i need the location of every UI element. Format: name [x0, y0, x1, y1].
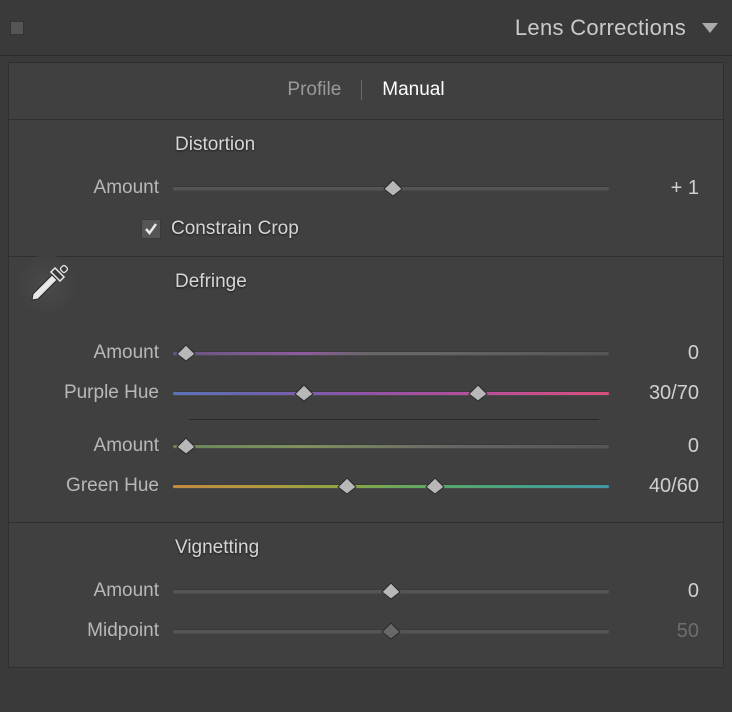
slider-thumb[interactable] [175, 344, 197, 362]
distortion-amount-label: Amount [33, 177, 173, 199]
green-hue-label: Green Hue [33, 475, 173, 497]
constrain-crop-checkbox[interactable] [141, 219, 161, 239]
slider-thumb[interactable] [382, 179, 404, 197]
slider-thumb-high[interactable] [467, 384, 489, 402]
purple-hue-slider[interactable] [173, 383, 609, 403]
divider [189, 419, 599, 420]
panel-title: Lens Corrections [24, 15, 702, 41]
defringe-amount2-value[interactable]: 0 [609, 435, 699, 458]
vignetting-amount-slider[interactable] [173, 581, 609, 601]
vignetting-amount-row: Amount 0 [33, 571, 699, 611]
tab-manual[interactable]: Manual [362, 79, 464, 101]
vignetting-title: Vignetting [175, 537, 699, 559]
vignetting-midpoint-slider[interactable] [173, 621, 609, 641]
constrain-crop-label: Constrain Crop [171, 218, 299, 240]
slider-thumb[interactable] [380, 622, 402, 640]
purple-hue-row: Purple Hue 30/70 [33, 373, 699, 413]
green-hue-slider[interactable] [173, 476, 609, 496]
panel-body: Profile Manual Distortion Amount + 1 Con… [8, 62, 724, 668]
distortion-title: Distortion [175, 134, 699, 156]
tabs: Profile Manual [9, 63, 723, 120]
defringe-amount1-row: Amount 0 [33, 333, 699, 373]
tab-profile[interactable]: Profile [267, 79, 361, 101]
slider-thumb[interactable] [380, 582, 402, 600]
constrain-crop-row: Constrain Crop [141, 218, 699, 240]
defringe-amount2-slider[interactable] [173, 436, 609, 456]
panel-toggle-icon[interactable] [10, 21, 24, 35]
defringe-section: Defringe Amount 0 Purple Hue [9, 257, 723, 523]
purple-hue-value[interactable]: 30/70 [609, 382, 699, 405]
distortion-amount-value[interactable]: + 1 [609, 177, 699, 200]
defringe-amount1-value[interactable]: 0 [609, 342, 699, 365]
defringe-title: Defringe [175, 271, 699, 293]
defringe-amount1-label: Amount [33, 342, 173, 364]
eyedropper-button[interactable] [17, 255, 77, 315]
vignetting-midpoint-value[interactable]: 50 [609, 620, 699, 643]
vignetting-section: Vignetting Amount 0 Midpoint 50 [9, 523, 723, 667]
vignetting-amount-label: Amount [33, 580, 173, 602]
green-hue-row: Green Hue 40/60 [33, 466, 699, 506]
distortion-amount-row: Amount + 1 [33, 168, 699, 208]
slider-thumb-low[interactable] [336, 477, 358, 495]
purple-hue-label: Purple Hue [33, 382, 173, 404]
defringe-amount2-row: Amount 0 [33, 426, 699, 466]
vignetting-midpoint-label: Midpoint [33, 620, 173, 642]
distortion-amount-slider[interactable] [173, 178, 609, 198]
slider-thumb[interactable] [175, 437, 197, 455]
distortion-section: Distortion Amount + 1 Constrain Crop [9, 120, 723, 257]
disclosure-triangle-icon[interactable] [702, 23, 718, 33]
green-hue-value[interactable]: 40/60 [609, 475, 699, 498]
vignetting-midpoint-row: Midpoint 50 [33, 611, 699, 651]
defringe-amount1-slider[interactable] [173, 343, 609, 363]
vignetting-amount-value[interactable]: 0 [609, 580, 699, 603]
panel-header: Lens Corrections [0, 0, 732, 56]
slider-thumb-high[interactable] [424, 477, 446, 495]
defringe-amount2-label: Amount [33, 435, 173, 457]
eyedropper-icon [24, 262, 70, 308]
slider-thumb-low[interactable] [293, 384, 315, 402]
